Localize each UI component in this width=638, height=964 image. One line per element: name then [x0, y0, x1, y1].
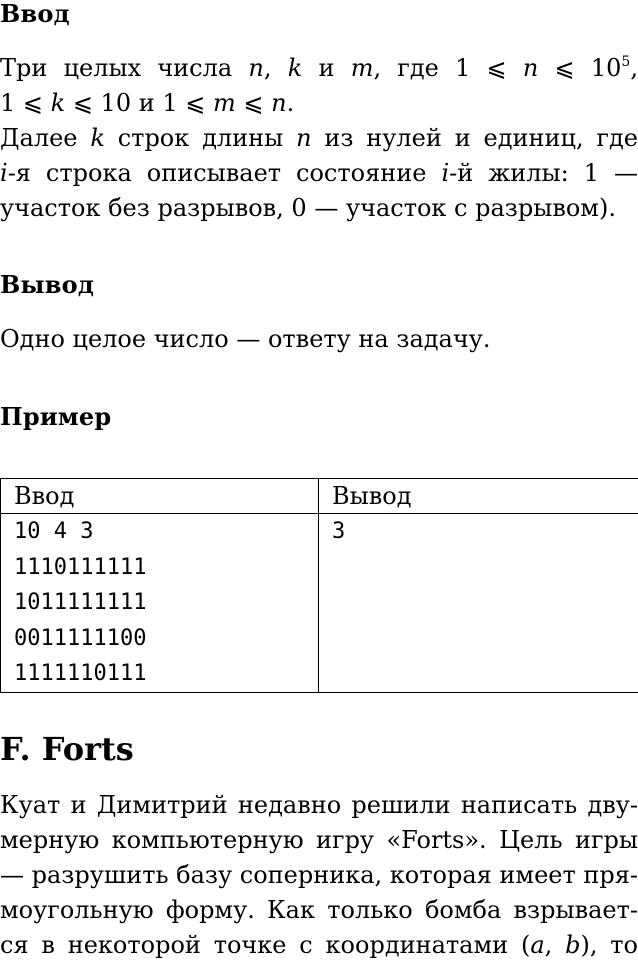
input-description: Три целых числа n, k и m, где 1 ⩽ n ⩽ 10…	[0, 51, 638, 226]
example-table-row: 10 4 3 1110111111 1011111111 0011111100 …	[0, 513, 638, 693]
example-output-line: 3	[332, 519, 346, 544]
example-input-line: 0011111100	[14, 625, 147, 651]
example-table: Ввод Вывод 10 4 3 1110111111 1011111111 …	[0, 478, 638, 693]
example-input-header: Ввод	[0, 478, 319, 514]
example-output-cell: 3	[318, 513, 638, 693]
input-heading: Ввод	[0, 0, 70, 28]
example-heading: Пример	[0, 402, 112, 431]
problem-f-statement: Куат и Димитрий недавно решили написать …	[0, 788, 638, 963]
example-input-line: 10 4 3	[14, 519, 94, 544]
problem-page: Ввод Три целых числа n, k и m, где 1 ⩽ n…	[0, 0, 638, 964]
example-input-line: 1011111111	[14, 590, 147, 615]
example-table-header-row: Ввод Вывод	[0, 478, 638, 514]
input-line-1: Три целых числа n, k и m, где 1 ⩽ n ⩽ 10…	[0, 54, 638, 82]
input-line-3: Далее k строк длины n из нулей и единиц,…	[0, 124, 638, 152]
example-input-line: 1111110111	[14, 661, 147, 686]
problem-f-line-last: ся в некоторой точке с координатами (a, …	[0, 931, 638, 959]
example-input-line: 1110111111	[14, 554, 147, 580]
input-line-4: i-я строка описывает состояние i-й жилы:…	[0, 159, 638, 187]
input-line-5: участок без разрывов, 0 — участок с разр…	[0, 194, 616, 222]
output-line: Одно целое число — ответу на задачу.	[0, 325, 491, 353]
problem-f-title: F. Forts	[0, 730, 134, 768]
output-description: Одно целое число — ответу на задачу.	[0, 322, 638, 357]
problem-f-line: — разрушить базу соперника, которая имее…	[0, 861, 638, 889]
output-heading: Вывод	[0, 270, 95, 299]
input-line-2: 1 ⩽ k ⩽ 10 и 1 ⩽ m ⩽ n.	[0, 89, 295, 117]
problem-f-line: моугольную форму. Как только бомба взрыв…	[0, 896, 638, 924]
example-input-cell: 10 4 3 1110111111 1011111111 0011111100 …	[0, 513, 319, 693]
problem-f-line: Куат и Димитрий недавно решили написать …	[0, 791, 638, 819]
example-output-header: Вывод	[318, 478, 638, 514]
problem-f-line: мерную компьютерную игру «Forts». Цель и…	[0, 826, 638, 854]
